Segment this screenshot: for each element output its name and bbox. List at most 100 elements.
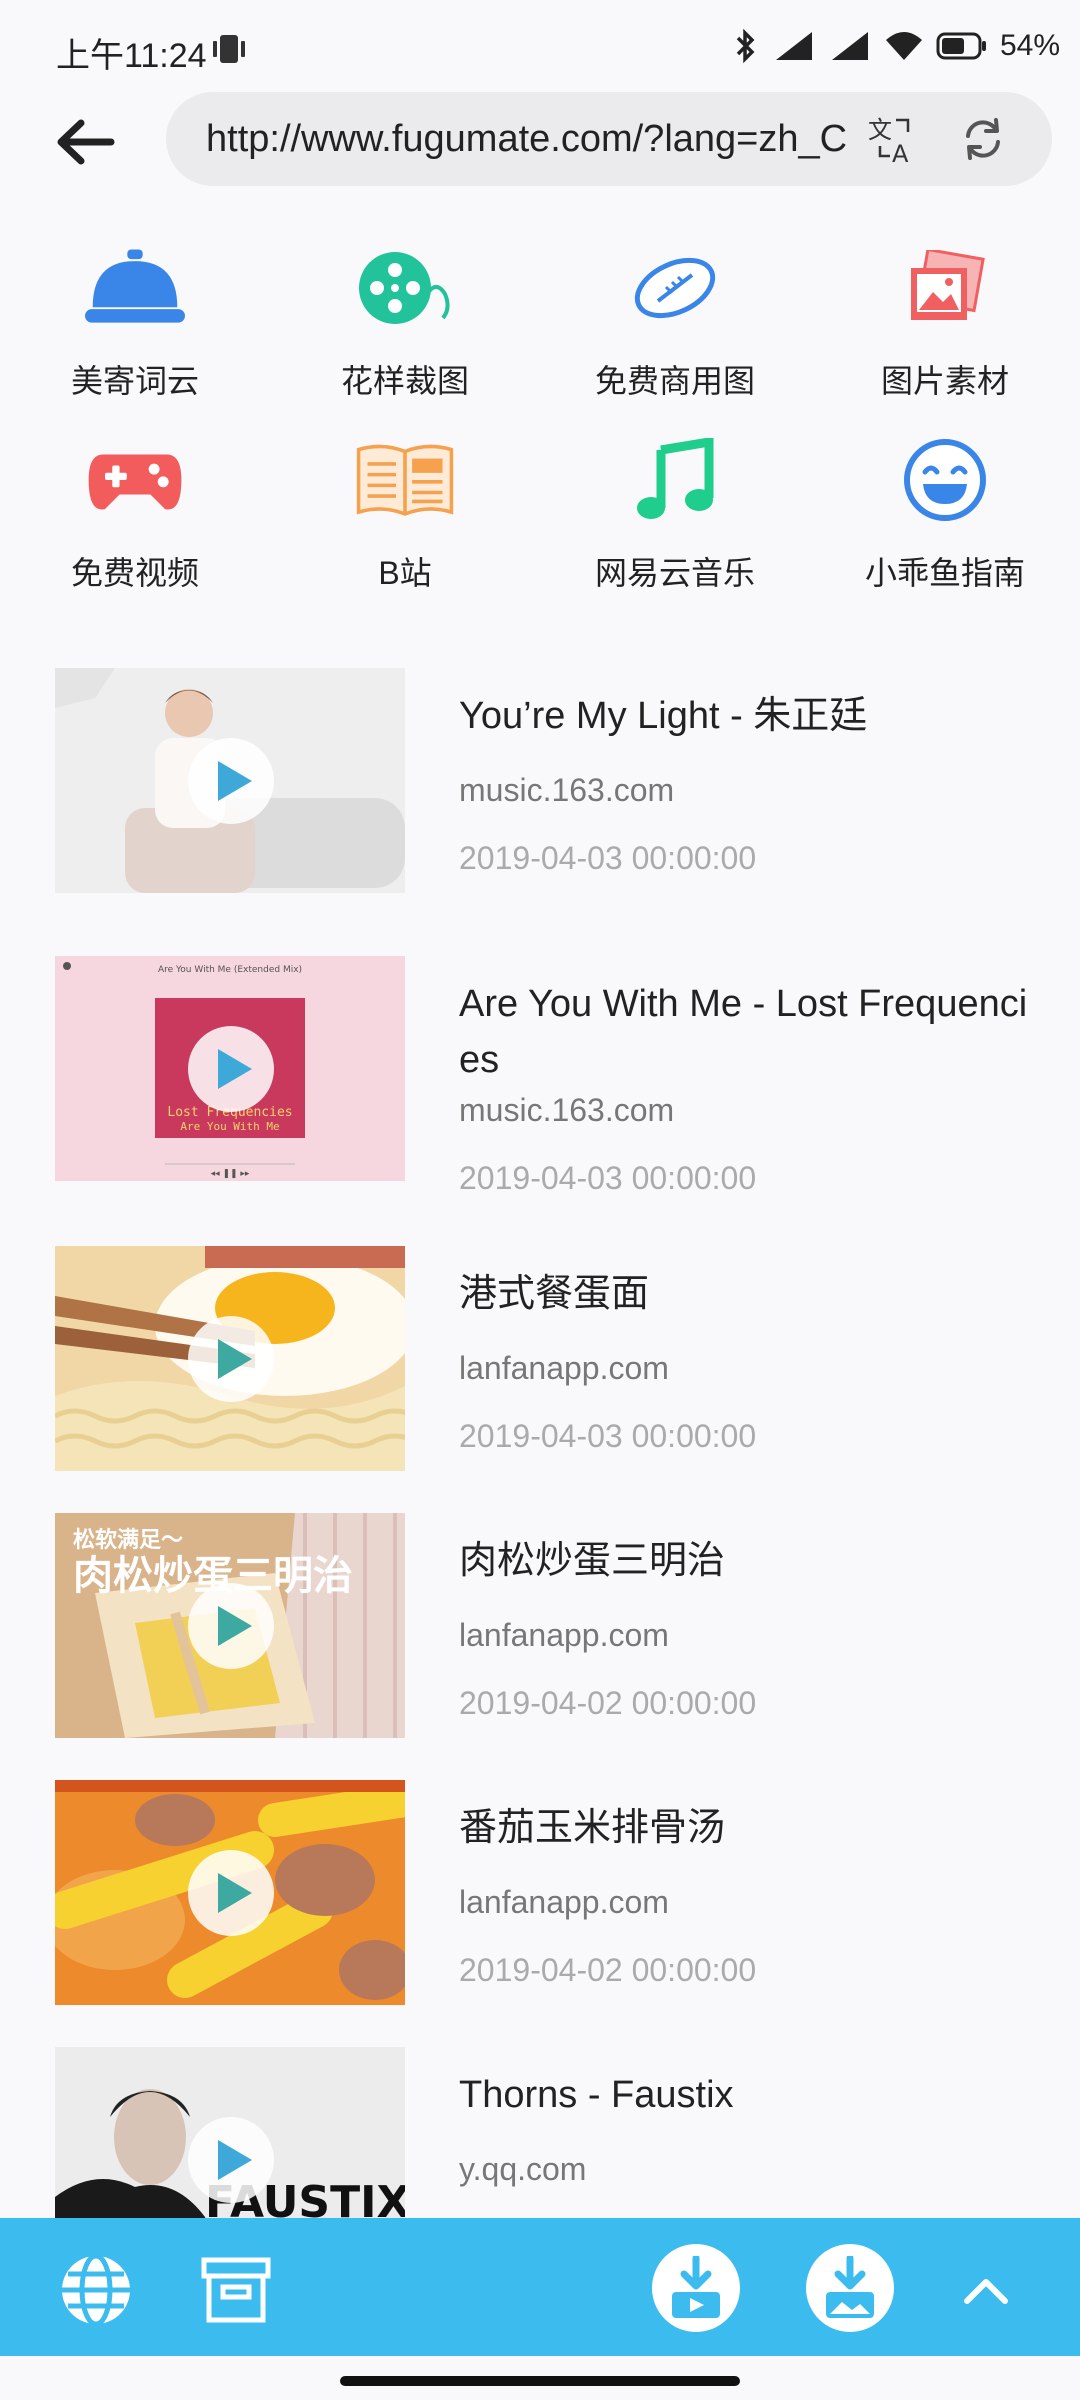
svg-text:文: 文 bbox=[868, 116, 892, 144]
list-item[interactable]: 番茄玉米排骨汤 lanfanapp.com 2019-04-02 00:00:0… bbox=[55, 1780, 1045, 2020]
chevron-up-icon bbox=[964, 2279, 1008, 2304]
thumbnail bbox=[55, 1780, 405, 2005]
thumb-line2-text: Are You With Me bbox=[180, 1120, 279, 1133]
thumbnail: 松软满足～ 肉松炒蛋三明治 bbox=[55, 1513, 405, 1738]
cloche-icon bbox=[85, 238, 185, 338]
battery-icon bbox=[936, 32, 986, 60]
item-date: 2019-04-03 00:00:00 bbox=[459, 1160, 757, 1196]
play-button[interactable] bbox=[188, 1850, 274, 1936]
shortcut-label: B站 bbox=[378, 555, 432, 591]
item-date: 2019-04-03 00:00:00 bbox=[459, 1418, 757, 1454]
status-time: 上午11:24 bbox=[56, 37, 207, 75]
download-video-icon bbox=[672, 2256, 720, 2318]
shortcut-netease-music[interactable]: 网易云音乐 bbox=[540, 430, 810, 610]
shortcut-label: 美寄词云 bbox=[70, 363, 199, 399]
list-item[interactable]: Are You With Me (Extended Mix) Lost Freq… bbox=[55, 956, 1045, 1206]
url-bar[interactable]: http://www.fugumate.com/?lang=zh_CN 文 A bbox=[166, 92, 1052, 186]
scroll-top-button[interactable] bbox=[946, 2250, 1026, 2330]
list-item[interactable]: 港式餐蛋面 lanfanapp.com 2019-04-03 00:00:00 bbox=[55, 1246, 1045, 1486]
vibrate-icon bbox=[213, 35, 245, 63]
smiley-icon bbox=[895, 430, 995, 530]
item-title: Thorns - Faustix bbox=[459, 2074, 734, 2116]
item-date: 2019-04-03 00:00:00 bbox=[459, 840, 757, 876]
play-button[interactable] bbox=[188, 2117, 274, 2203]
shortcut-label: 免费视频 bbox=[70, 555, 199, 591]
item-title: Are You With Me - Lost Frequencies bbox=[459, 983, 1028, 1081]
shortcut-free-images[interactable]: 免费商用图 bbox=[540, 238, 810, 418]
archive-button[interactable] bbox=[196, 2250, 276, 2330]
item-title: You’re My Light - 朱正廷 bbox=[459, 695, 868, 737]
svg-text:A: A bbox=[892, 140, 909, 166]
list-item[interactable]: FAUSTIX Thorns - Faustix y.qq.com bbox=[55, 2047, 1045, 2218]
thumb-header-text: Are You With Me (Extended Mix) bbox=[158, 965, 302, 975]
bluetooth-icon bbox=[736, 28, 755, 64]
item-title: 番茄玉米排骨汤 bbox=[459, 1807, 726, 1849]
play-button[interactable] bbox=[188, 1316, 274, 1402]
shortcut-crop[interactable]: 花样裁图 bbox=[270, 238, 540, 418]
item-source: y.qq.com bbox=[459, 2151, 587, 2187]
play-button[interactable] bbox=[188, 1026, 274, 1112]
refresh-icon bbox=[966, 118, 1000, 160]
shortcut-label: 免费商用图 bbox=[594, 363, 755, 399]
shortcut-label: 小乖鱼指南 bbox=[864, 555, 1025, 591]
item-source: lanfanapp.com bbox=[459, 1350, 669, 1386]
thumb-small-text: 松软满足～ bbox=[73, 1527, 183, 1553]
url-text[interactable]: http://www.fugumate.com/?lang=zh_CN bbox=[206, 118, 846, 161]
archive-icon bbox=[201, 2257, 271, 2323]
reload-button[interactable] bbox=[956, 112, 1010, 166]
arrow-left-icon bbox=[57, 119, 115, 165]
item-title: 港式餐蛋面 bbox=[459, 1273, 650, 1315]
shortcut-label: 网易云音乐 bbox=[594, 555, 755, 591]
thumbnail: Are You With Me (Extended Mix) Lost Freq… bbox=[55, 956, 405, 1181]
download-image-button[interactable] bbox=[806, 2244, 894, 2332]
signal-icon-2 bbox=[831, 32, 868, 60]
play-icon bbox=[218, 1873, 252, 1913]
thumbnail: FAUSTIX bbox=[55, 2047, 405, 2218]
play-button[interactable] bbox=[188, 1583, 274, 1669]
item-source: music.163.com bbox=[459, 1092, 675, 1128]
globe-button[interactable] bbox=[56, 2250, 136, 2330]
football-icon bbox=[625, 238, 725, 338]
item-source: lanfanapp.com bbox=[459, 1884, 669, 1920]
translate-icon: 文 A bbox=[868, 116, 910, 168]
play-button[interactable] bbox=[188, 738, 274, 824]
thumbnail bbox=[55, 1246, 405, 1471]
shortcut-label: 花样裁图 bbox=[340, 363, 469, 399]
bottom-toolbar bbox=[0, 2218, 1080, 2356]
home-indicator[interactable] bbox=[340, 2376, 740, 2386]
item-title: 肉松炒蛋三明治 bbox=[459, 1540, 726, 1582]
status-bar: 上午11:24 54% bbox=[0, 0, 1080, 90]
item-source: music.163.com bbox=[459, 772, 675, 808]
list-item[interactable]: You’re My Light - 朱正廷 music.163.com 2019… bbox=[55, 668, 1045, 908]
thumbnail bbox=[55, 668, 405, 893]
play-icon bbox=[218, 1339, 252, 1379]
shortcut-guide[interactable]: 小乖鱼指南 bbox=[810, 430, 1080, 610]
play-icon bbox=[218, 1606, 252, 1646]
item-date: 2019-04-02 00:00:00 bbox=[459, 1952, 757, 1988]
shortcut-image-assets[interactable]: 图片素材 bbox=[810, 238, 1080, 418]
status-icons: 54% bbox=[732, 26, 1060, 66]
shortcut-word-cloud[interactable]: 美寄词云 bbox=[0, 238, 270, 418]
newspaper-icon bbox=[355, 430, 455, 530]
shortcut-label: 图片素材 bbox=[880, 363, 1009, 399]
play-icon bbox=[218, 761, 252, 801]
music-note-icon bbox=[625, 430, 725, 530]
list-item[interactable]: 松软满足～ 肉松炒蛋三明治 肉松炒蛋三明治 lanfanapp.com 2019… bbox=[55, 1513, 1045, 1753]
pictures-icon bbox=[895, 238, 995, 338]
back-button[interactable] bbox=[50, 112, 120, 172]
translate-button[interactable]: 文 A bbox=[866, 112, 920, 168]
shortcut-bilibili[interactable]: B站 bbox=[270, 430, 540, 610]
film-reel-icon bbox=[355, 238, 455, 338]
item-date: 2019-04-02 00:00:00 bbox=[459, 1685, 757, 1721]
download-video-button[interactable] bbox=[652, 2244, 740, 2332]
battery-percent: 54% bbox=[999, 29, 1060, 62]
svg-text:◂◂ ❚❚ ▸▸: ◂◂ ❚❚ ▸▸ bbox=[211, 1169, 250, 1179]
signal-icon bbox=[775, 32, 812, 60]
wifi-icon bbox=[885, 32, 922, 60]
play-icon bbox=[218, 2140, 252, 2180]
gamepad-icon bbox=[85, 430, 185, 530]
shortcut-free-video[interactable]: 免费视频 bbox=[0, 430, 270, 610]
item-source: lanfanapp.com bbox=[459, 1617, 669, 1653]
globe-icon bbox=[62, 2253, 130, 2327]
play-icon bbox=[218, 1049, 252, 1089]
